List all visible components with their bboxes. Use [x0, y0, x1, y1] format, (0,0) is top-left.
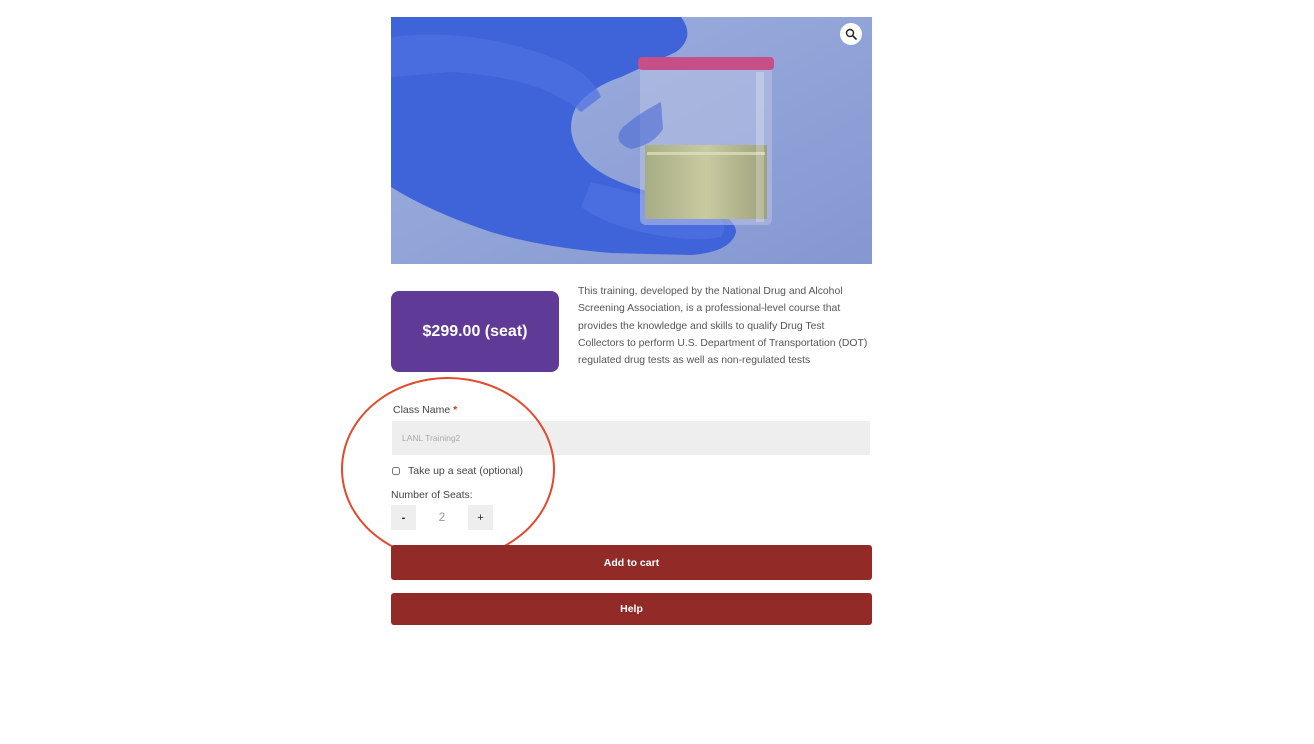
number-of-seats-label: Number of Seats: [391, 489, 473, 501]
required-marker: * [453, 404, 458, 416]
seats-quantity-value[interactable]: 2 [420, 505, 464, 530]
take-seat-label: Take up a seat (optional) [408, 465, 523, 477]
class-name-input[interactable] [392, 421, 870, 455]
help-button[interactable]: Help [391, 593, 872, 625]
increment-seats-button[interactable]: + [468, 505, 493, 530]
product-page: $299.00 (seat) This training, developed … [0, 0, 1314, 744]
product-image[interactable] [391, 17, 872, 264]
magnifier-icon [845, 28, 857, 40]
price-badge: $299.00 (seat) [391, 291, 559, 372]
decrement-seats-button[interactable]: - [391, 505, 416, 530]
class-name-label-text: Class Name [393, 404, 451, 416]
class-name-label: Class Name * [393, 404, 457, 416]
take-seat-option[interactable]: Take up a seat (optional) [392, 465, 523, 477]
gloved-hand-sample-cup-illustration [391, 17, 872, 264]
add-to-cart-button[interactable]: Add to cart [391, 545, 872, 580]
zoom-button[interactable] [840, 23, 862, 45]
price-label: $299.00 (seat) [422, 322, 528, 340]
product-description: This training, developed by the National… [578, 286, 868, 367]
take-seat-checkbox[interactable] [392, 467, 400, 475]
